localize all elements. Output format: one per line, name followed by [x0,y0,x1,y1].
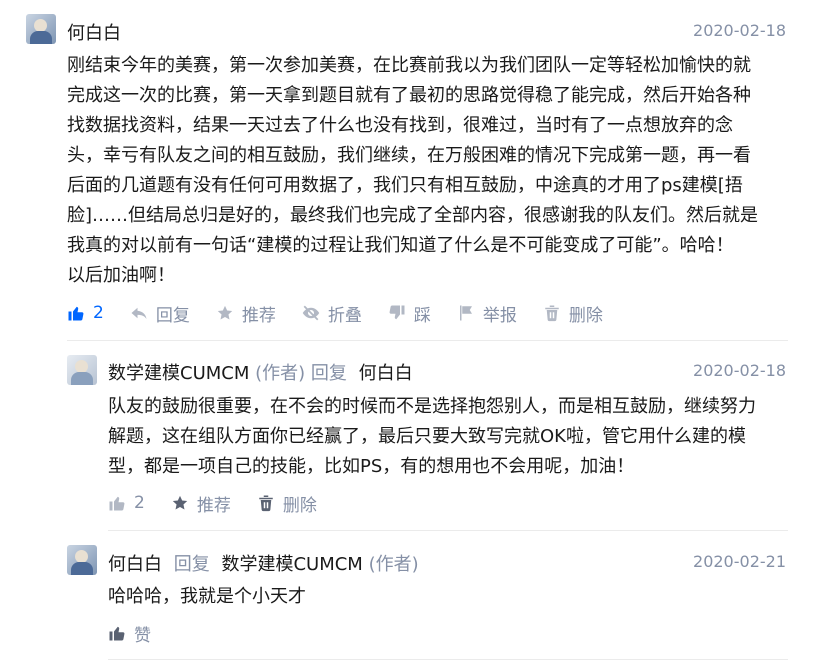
comment-date: 2020-02-18 [693,21,786,40]
reply-header: 何白白 回复 数学建模CUMCM (作者) [108,550,419,576]
reply-target[interactable]: 何白白 [359,363,413,384]
comment-line: 完成这一次的比赛，第一天拿到题目就有了最初的思路觉得稳了能完成，然后开始各种 [67,85,751,106]
delete-button[interactable]: 删除 [543,301,603,326]
reply-date: 2020-02-21 [693,552,786,571]
recommend-button[interactable]: 推荐 [171,491,231,516]
reply-word: 回复 [310,363,347,384]
like-button[interactable]: 2 [67,303,104,323]
reply-word: 回复 [173,554,210,575]
reply-label: 回复 [155,305,190,326]
like-count: 2 [134,493,145,513]
eye-off-icon [302,304,320,322]
comment-line: 脸]……但结局总归是好的，最终我们也完成了全部内容，很感谢我的队友们。然后就是 [67,205,759,226]
star-icon [216,304,234,322]
reply-button[interactable]: 回复 [130,301,190,326]
avatar[interactable] [26,14,56,44]
reply-target[interactable]: 数学建模CUMCM [221,554,362,575]
like-count: 2 [93,303,104,323]
reply-actions: 赞 [108,621,177,646]
fold-label: 折叠 [327,305,362,326]
fold-button[interactable]: 折叠 [302,301,362,326]
recommend-label: 推荐 [196,495,231,516]
recommend-label: 推荐 [241,305,276,326]
comment-author[interactable]: 何白白 [67,19,121,45]
reply-date: 2020-02-18 [693,361,786,380]
dislike-label: 踩 [413,305,431,326]
flag-icon [457,304,475,322]
divider [108,530,788,531]
reply-author[interactable]: 何白白 [108,554,162,575]
reply-header: 数学建模CUMCM (作者) 回复 何白白 [108,359,413,385]
delete-button[interactable]: 删除 [257,491,317,516]
delete-label: 删除 [568,305,603,326]
reply-body: 队友的鼓励很重要，在不会的时候而不是选择抱怨别人，而是相互鼓励，继续努力 解题，… [108,392,808,482]
thumbs-down-icon [388,304,406,322]
recommend-button[interactable]: 推荐 [216,301,276,326]
comment-line: 我真的对以前有一句话“建模的过程让我们知道了什么是不可能变成了可能”。哈哈！ [67,235,734,256]
reply-actions: 2 推荐 删除 [108,491,343,516]
report-button[interactable]: 举报 [457,301,517,326]
dislike-button[interactable]: 踩 [388,301,431,326]
trash-icon [543,304,561,322]
thumbs-up-icon [108,624,126,642]
author-tag: (作者) [255,363,306,384]
reply-line: 型，都是一项自己的技能，比如PS，有的想用也不会用呢，加油！ [108,456,635,477]
star-icon [171,494,189,512]
reply-line: 队友的鼓励很重要，在不会的时候而不是选择抱怨别人，而是相互鼓励，继续努力 [108,396,756,417]
report-label: 举报 [482,305,517,326]
target-tag: (作者) [368,554,419,575]
avatar[interactable] [67,355,97,385]
trash-icon [257,494,275,512]
comment-body: 刚结束今年的美赛，第一次参加美赛，在比赛前我以为我们团队一定等轻松加愉快的就 完… [67,51,807,291]
comment-line: 刚结束今年的美赛，第一次参加美赛，在比赛前我以为我们团队一定等轻松加愉快的就 [67,55,751,76]
thumbs-up-icon [108,494,126,512]
reply-line: 解题，这在组队方面你已经赢了，最后只要大致写完就OK啦，管它用什么建的模 [108,426,746,447]
reply-icon [130,304,148,322]
like-button[interactable]: 2 [108,493,145,513]
like-button[interactable]: 赞 [108,621,151,646]
comment-line: 头，幸亏有队友之间的相互鼓励，我们继续，在万般困难的情况下完成第一题，再一看 [67,145,751,166]
thumbs-up-icon [67,304,85,322]
delete-label: 删除 [282,495,317,516]
avatar[interactable] [67,545,97,575]
reply-author[interactable]: 数学建模CUMCM [108,363,249,384]
divider [67,340,788,341]
comment-line: 以后加油啊！ [67,265,175,286]
like-label: 赞 [134,625,151,646]
divider [108,659,788,660]
comment-line: 找数据找资料，结果一天过去了什么也没有找到，很难过，当时有了一点想放弃的念 [67,115,733,136]
reply-text: 哈哈哈，我就是个小天才 [108,586,306,607]
comment-actions: 2 回复 推荐 折叠 踩 举报 删除 [67,301,629,326]
comment-line: 后面的几道题有没有任何可用数据了，我们只有相互鼓励，中途真的才用了ps建模[捂 [67,175,743,196]
